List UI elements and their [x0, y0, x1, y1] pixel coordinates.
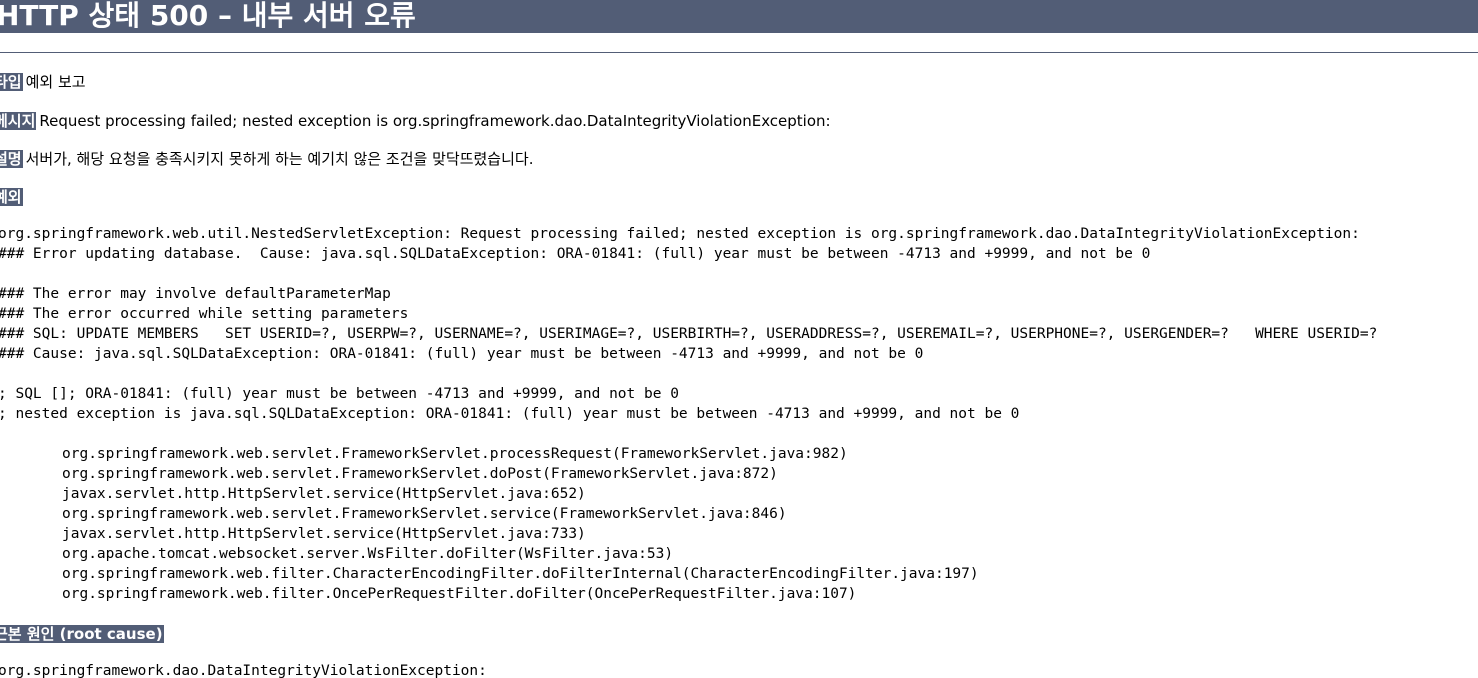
stack-frame: org.springframework.web.filter.OncePerRe…	[62, 586, 857, 602]
stack-frame: javax.servlet.http.HttpServlet.service(H…	[62, 486, 586, 502]
description-row: 설명 서버가, 해당 요청을 충족시키지 못하게 하는 예기치 않은 조건을 맞닥…	[0, 149, 533, 169]
stack-frame: org.apache.tomcat.websocket.server.WsFil…	[62, 546, 674, 562]
stack-frame: org.springframework.web.filter.Character…	[62, 566, 979, 582]
message-value: Request processing failed; nested except…	[39, 112, 831, 130]
description-label: 설명	[0, 150, 23, 168]
divider	[0, 52, 1478, 53]
stack-frame: org.springframework.web.servlet.Framewor…	[62, 506, 787, 522]
trace-line: ### Cause: java.sql.SQLDataException: OR…	[0, 346, 924, 362]
root-cause-label: 근본 원인 (root cause)	[0, 625, 164, 643]
stack-frame: javax.servlet.http.HttpServlet.service(H…	[62, 526, 586, 542]
trace-line: ### Error updating database. Cause: java…	[0, 246, 1151, 262]
trace-line: ; nested exception is java.sql.SQLDataEx…	[0, 406, 1020, 422]
page-title: HTTP 상태 500 – 내부 서버 오류	[0, 0, 1478, 33]
exception-stack-trace: org.springframework.web.util.NestedServl…	[0, 224, 1377, 604]
exception-label: 예외	[0, 188, 23, 206]
stack-frame: org.springframework.web.servlet.Framewor…	[62, 446, 848, 462]
root-cause-stack-trace: org.springframework.dao.DataIntegrityVio…	[0, 661, 487, 678]
message-row: 메시지 Request processing failed; nested exc…	[0, 111, 831, 131]
trace-line: ### The error may involve defaultParamet…	[0, 286, 391, 302]
exception-row: 예외	[0, 187, 23, 207]
root-cause-row: 근본 원인 (root cause)	[0, 624, 164, 644]
error-page: HTTP 상태 500 – 내부 서버 오류 타입 예외 보고 메시지 Reques…	[0, 0, 1478, 678]
type-value: 예외 보고	[25, 73, 86, 91]
type-label: 타입	[0, 73, 23, 91]
type-row: 타입 예외 보고	[0, 72, 86, 92]
trace-line: ; SQL []; ORA-01841: (full) year must be…	[0, 386, 679, 402]
trace-line: ### SQL: UPDATE MEMBERS SET USERID=?, US…	[0, 326, 1378, 342]
stack-frame: org.springframework.web.servlet.Framewor…	[62, 466, 778, 482]
trace-line: org.springframework.web.util.NestedServl…	[0, 226, 1360, 242]
message-label: 메시지	[0, 112, 37, 130]
trace-line: ### The error occurred while setting par…	[0, 306, 409, 322]
description-value: 서버가, 해당 요청을 충족시키지 못하게 하는 예기치 않은 조건을 맞닥뜨렸…	[25, 150, 534, 168]
trace-line: org.springframework.dao.DataIntegrityVio…	[0, 663, 487, 678]
